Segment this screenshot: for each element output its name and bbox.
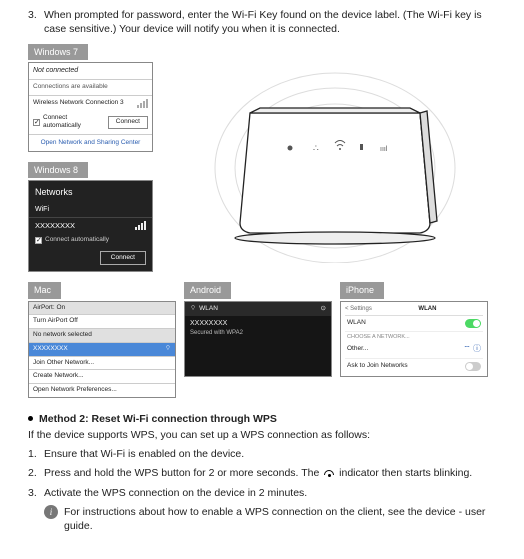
mac-column: Mac AirPort: On Turn AirPort Off No netw… [28, 282, 176, 398]
tab-windows8: Windows 8 [28, 162, 88, 178]
method2-step-1: 1. Ensure that Wi-Fi is enabled on the d… [28, 447, 496, 461]
bullet-icon [28, 416, 33, 421]
router-illustration: ∴ ıııl [173, 44, 496, 272]
signal-bars-icon [137, 99, 148, 108]
win8-connect-button[interactable]: Connect [100, 251, 146, 266]
info-icon: i [44, 505, 58, 519]
svg-text:∴: ∴ [313, 143, 319, 153]
toggle-off-icon[interactable] [465, 362, 481, 371]
iphone-other-label: Other... [347, 345, 368, 354]
iphone-section-header: CHOOSE A NETWORK... [345, 332, 483, 341]
iphone-column: iPhone < Settings WLAN WLAN CHOOSE A NET… [340, 282, 488, 398]
step-text: Activate the WPS connection on the devic… [44, 486, 307, 500]
android-wlan-header: ⌔ WLAN ⊙ [185, 302, 331, 317]
svg-text:ıııl: ıııl [380, 146, 388, 153]
win7-network-name: Wireless Network Connection 3 [33, 99, 124, 108]
bottom-screenshots-row: Mac AirPort: On Turn AirPort Off No netw… [28, 282, 496, 398]
iphone-screen: < Settings WLAN WLAN CHOOSE A NETWORK...… [340, 301, 488, 377]
iphone-ask-join-row: Ask to Join Networks [345, 359, 483, 374]
win7-auto-label: Connect automatically [43, 114, 101, 132]
mac-ssid: XXXXXXXX [33, 345, 68, 354]
iphone-nav-bar: < Settings WLAN [345, 304, 483, 316]
signal-bars-icon [135, 221, 146, 230]
toggle-on-icon[interactable] [465, 319, 481, 328]
step-text: When prompted for password, enter the Wi… [44, 8, 496, 36]
mac-create-network[interactable]: Create Network... [29, 370, 175, 384]
checkbox-icon[interactable] [35, 237, 42, 244]
step-number: 3. [28, 8, 44, 36]
iphone-title: WLAN [418, 305, 436, 313]
step-text: Ensure that Wi-Fi is enabled on the devi… [44, 447, 244, 461]
step-3: 3. When prompted for password, enter the… [28, 8, 496, 36]
method-2-section: Method 2: Reset Wi-Fi connection through… [28, 412, 496, 533]
method-2-intro: If the device supports WPS, you can set … [28, 428, 496, 442]
iphone-wlan-toggle-row: WLAN [345, 316, 483, 332]
win7-network-row[interactable]: Wireless Network Connection 3 [29, 96, 152, 111]
iphone-other-row[interactable]: Other... ⌔ ⓘ [345, 341, 483, 359]
iphone-wlan-label: WLAN [347, 319, 366, 328]
note-text: For instructions about how to enable a W… [64, 505, 496, 533]
router-svg: ∴ ıııl [205, 53, 465, 263]
mac-join-other[interactable]: Join Other Network... [29, 357, 175, 371]
mac-ssid-row[interactable]: XXXXXXXX ⌔ [29, 343, 175, 357]
checkbox-icon[interactable] [33, 119, 40, 126]
step2-text-a: Press and hold the WPS button for 2 or m… [44, 467, 319, 479]
win8-auto-connect-row: Connect automatically [29, 234, 152, 247]
win7-not-connected: Not connected [29, 63, 152, 79]
step2-text-b: indicator then starts blinking. [339, 467, 472, 479]
windows8-panel: Networks WiFi XXXXXXXX Connect automatic… [28, 180, 153, 272]
step-number: 1. [28, 447, 44, 461]
step-number: 3. [28, 486, 44, 500]
tab-iphone: iPhone [340, 282, 384, 298]
mac-menu: AirPort: On Turn AirPort Off No network … [28, 301, 176, 398]
mac-no-network: No network selected [29, 329, 175, 343]
android-ssid: XXXXXXXX [190, 319, 326, 328]
wifi-icon: ⌔ [190, 305, 196, 314]
mac-open-prefs[interactable]: Open Network Preferences... [29, 384, 175, 397]
win8-ssid: XXXXXXXX [35, 221, 75, 231]
iphone-back-button[interactable]: < Settings [345, 305, 372, 313]
step-number: 2. [28, 466, 44, 480]
win7-avail-text: Connections are available [33, 83, 108, 90]
tab-mac: Mac [28, 282, 61, 298]
win7-connect-button[interactable]: Connect [108, 116, 148, 129]
win8-wifi-label: WiFi [29, 203, 152, 217]
windows7-popup: Not connected Connections are available … [28, 62, 153, 152]
android-secured-label: Secured with WPA2 [190, 329, 326, 337]
method-2-title-row: Method 2: Reset Wi-Fi connection through… [28, 412, 496, 426]
android-screen: ⌔ WLAN ⊙ XXXXXXXX Secured with WPA2 [184, 301, 332, 377]
note-row: i For instructions about how to enable a… [44, 505, 496, 533]
android-wlan-label: WLAN [199, 305, 218, 314]
win8-auto-label: Connect automatically [45, 236, 109, 245]
tab-android: Android [184, 282, 231, 298]
mac-airport-on: AirPort: On [29, 302, 175, 316]
method2-step-2: 2. Press and hold the WPS button for 2 o… [28, 466, 496, 480]
toggle-icon[interactable]: ⊙ [321, 305, 326, 314]
win8-button-row: Connect [29, 247, 152, 272]
win7-connections-available: Connections are available [29, 80, 152, 96]
mac-turn-off[interactable]: Turn AirPort Off [29, 315, 175, 329]
win7-sharing-center-link[interactable]: Open Network and Sharing Center [29, 134, 152, 151]
wifi-indicator-icon [324, 470, 334, 477]
android-column: Android ⌔ WLAN ⊙ XXXXXXXX Secured with W… [184, 282, 332, 398]
win8-network-row[interactable]: XXXXXXXX [29, 218, 152, 234]
method2-step-3: 3. Activate the WPS connection on the de… [28, 486, 496, 500]
win8-networks-heading: Networks [29, 181, 152, 203]
tab-windows7: Windows 7 [28, 44, 88, 60]
win7-auto-connect-row: Connect automatically Connect [29, 111, 152, 135]
iphone-ask-label: Ask to Join Networks [347, 362, 408, 371]
android-network-row[interactable]: XXXXXXXX Secured with WPA2 [185, 316, 331, 340]
windows-column: Windows 7 Not connected Connections are … [28, 44, 163, 272]
step-text: Press and hold the WPS button for 2 or m… [44, 466, 472, 480]
wifi-icon: ⌔ [165, 345, 171, 354]
wifi-icon: ⌔ ⓘ [463, 344, 481, 355]
method-2-title: Method 2: Reset Wi-Fi connection through… [39, 412, 277, 426]
top-screenshots-row: Windows 7 Not connected Connections are … [28, 44, 496, 272]
